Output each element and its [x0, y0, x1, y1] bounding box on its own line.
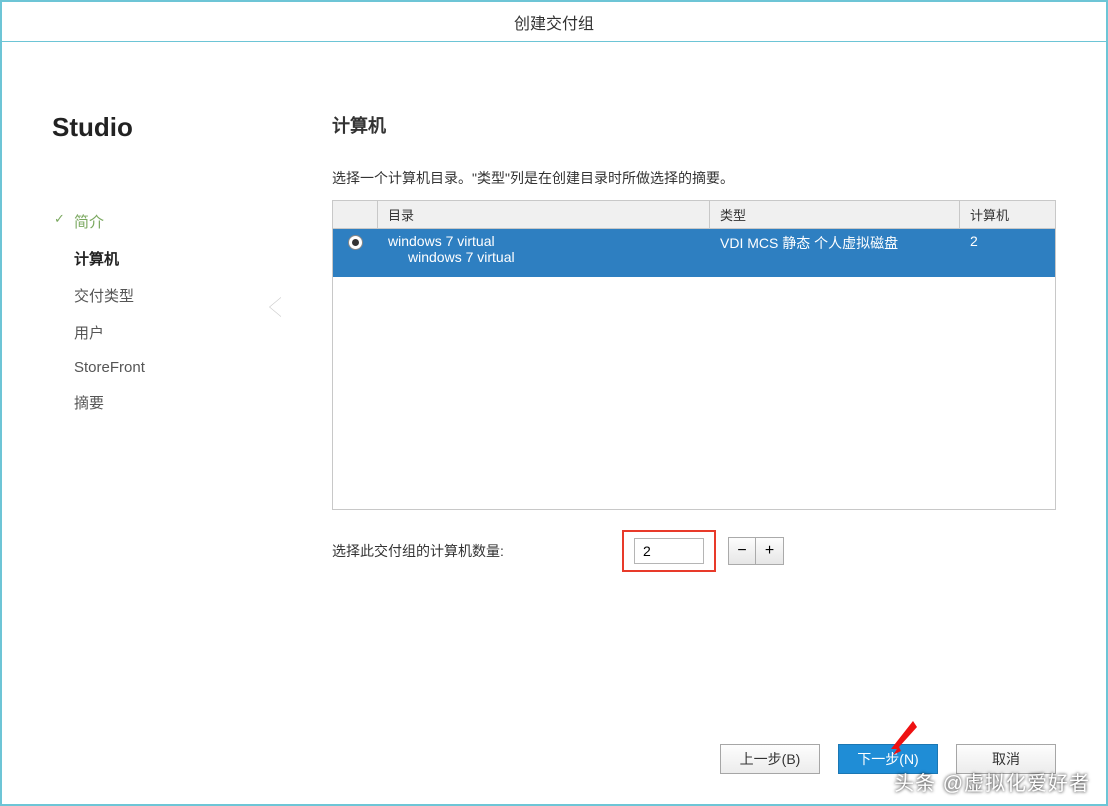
machine-count-input[interactable]	[634, 538, 704, 564]
header-select	[333, 201, 378, 228]
nav-item-label: 摘要	[74, 395, 104, 412]
decrement-button[interactable]: −	[728, 537, 756, 565]
header-type: 类型	[710, 201, 960, 228]
highlight-box	[622, 530, 716, 572]
radio-icon[interactable]	[348, 235, 363, 250]
cancel-button[interactable]: 取消	[956, 744, 1056, 774]
row-type-cell: VDI MCS 静态 个人虚拟磁盘	[710, 229, 960, 277]
row-directory-cell: windows 7 virtual windows 7 virtual	[378, 229, 710, 277]
dialog-window: 创建交付组 Studio 简介 计算机 交付类型 用户 StoreFront 摘…	[0, 0, 1108, 806]
row-radio-cell[interactable]	[333, 229, 378, 277]
stepper-group: − +	[728, 537, 784, 565]
nav-item-label: StoreFront	[74, 359, 145, 376]
catalog-table: 目录 类型 计算机 windows 7 virtual windows 7 vi…	[332, 200, 1056, 510]
nav-item-label: 简介	[74, 214, 104, 231]
wizard-buttons: 上一步(B) 下一步(N) 取消	[720, 744, 1056, 774]
window-title: 创建交付组	[514, 10, 594, 34]
main-panel: 计算机 选择一个计算机目录。"类型"列是在创建目录时所做选择的摘要。 目录 类型…	[282, 42, 1106, 804]
machine-count-label: 选择此交付组的计算机数量:	[332, 541, 622, 561]
instruction-text: 选择一个计算机目录。"类型"列是在创建目录时所做选择的摘要。	[332, 168, 1056, 188]
nav-item-delivery-type[interactable]: 交付类型	[52, 277, 282, 314]
header-count: 计算机	[960, 201, 1055, 228]
nav-item-intro[interactable]: 简介	[52, 203, 282, 240]
next-button[interactable]: 下一步(N)	[838, 744, 938, 774]
row-count-cell: 2	[960, 229, 1055, 277]
back-button[interactable]: 上一步(B)	[720, 744, 820, 774]
page-title: 计算机	[332, 112, 1056, 138]
machine-count-row: 选择此交付组的计算机数量: − +	[332, 530, 1056, 572]
nav-item-summary[interactable]: 摘要	[52, 384, 282, 421]
nav-item-label: 交付类型	[74, 288, 134, 305]
titlebar: 创建交付组	[2, 2, 1106, 42]
nav-item-storefront[interactable]: StoreFront	[52, 351, 282, 384]
sidebar: Studio 简介 计算机 交付类型 用户 StoreFront 摘要	[2, 42, 282, 804]
dialog-body: Studio 简介 计算机 交付类型 用户 StoreFront 摘要 计算机 …	[2, 42, 1106, 804]
increment-button[interactable]: +	[756, 537, 784, 565]
nav-item-label: 计算机	[74, 251, 119, 268]
header-directory: 目录	[378, 201, 710, 228]
table-row[interactable]: windows 7 virtual windows 7 virtual VDI …	[333, 229, 1055, 277]
nav-item-label: 用户	[74, 325, 104, 342]
nav-item-users[interactable]: 用户	[52, 314, 282, 351]
radio-dot-icon	[352, 239, 359, 246]
table-header: 目录 类型 计算机	[333, 201, 1055, 229]
row-dir-line2: windows 7 virtual	[388, 249, 700, 265]
nav-item-machines[interactable]: 计算机	[52, 240, 282, 277]
sidebar-title: Studio	[52, 112, 282, 143]
step-pointer-icon	[270, 297, 282, 317]
row-dir-line1: windows 7 virtual	[388, 233, 700, 249]
